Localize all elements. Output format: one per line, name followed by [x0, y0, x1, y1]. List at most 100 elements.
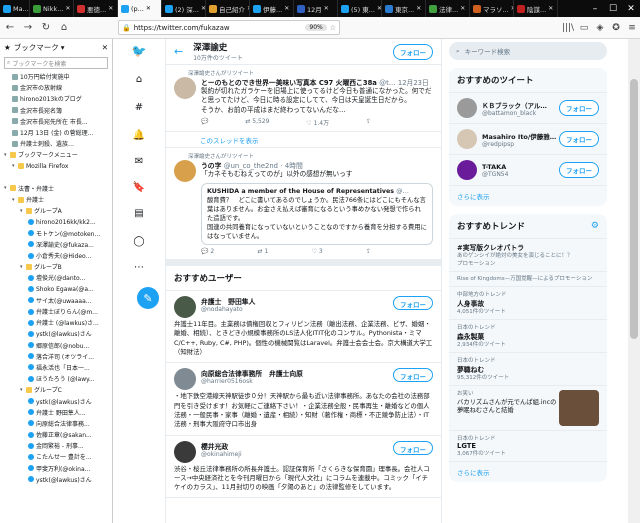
- retweet-icon[interactable]: ⇄ 1: [258, 248, 269, 255]
- bookmark-item[interactable]: ystk(@lawkus)さん: [0, 328, 112, 339]
- bookmark-folder[interactable]: ▾ グループC: [0, 384, 112, 395]
- close-window-icon[interactable]: ✕: [622, 0, 640, 17]
- bookmarks-nav-icon[interactable]: 🔖: [133, 181, 145, 193]
- follow-button[interactable]: フォロー: [393, 368, 433, 383]
- tab-close-icon[interactable]: ✕: [284, 5, 289, 12]
- user-name[interactable]: 弁護士 野田隼人: [201, 296, 255, 306]
- home-icon[interactable]: ⌂: [56, 20, 72, 36]
- bookmark-item[interactable]: 12月 13日 (金) の菅総理...: [0, 127, 112, 138]
- bookmark-item[interactable]: 弁護士ぼりらん(@m...: [0, 306, 112, 317]
- bookmark-folder[interactable]: ▾ 法曹・弁護士: [0, 183, 112, 194]
- follow-button[interactable]: フォロー: [393, 296, 433, 311]
- browser-tab[interactable]: 法律... ✕: [426, 0, 470, 17]
- bookmark-item[interactable]: 弁護士 野田隼人...: [0, 407, 112, 418]
- zoom-level[interactable]: 90%: [305, 24, 327, 31]
- avatar[interactable]: [174, 368, 196, 391]
- tab-close-icon[interactable]: ✕: [65, 5, 70, 12]
- follow-button[interactable]: フォロー: [559, 131, 599, 147]
- bookmark-item[interactable]: こたんせ一 豊計を...: [0, 451, 112, 462]
- browser-tab[interactable]: 陰謀... ✕: [514, 0, 558, 17]
- bookmark-item[interactable]: 弁護士 (@lawkus)さ...: [0, 317, 112, 328]
- recommended-account[interactable]: ＫＢブラック（アル… @battamon_black フォロー: [449, 93, 607, 124]
- pocket-save-icon[interactable]: ◈: [592, 23, 608, 33]
- tab-close-icon[interactable]: ✕: [108, 5, 113, 12]
- notifications-bell-icon[interactable]: 🔔: [133, 129, 145, 141]
- follow-button[interactable]: フォロー: [559, 162, 599, 178]
- compose-tweet-button[interactable]: ✎: [137, 287, 159, 309]
- sidebar-icon[interactable]: ▭: [576, 23, 592, 33]
- share-icon[interactable]: ⇪: [366, 118, 371, 127]
- like-icon[interactable]: ♡ 3: [312, 248, 323, 255]
- chevron-down-icon[interactable]: ▾: [61, 43, 65, 52]
- arrow-left-icon[interactable]: ←: [174, 45, 183, 58]
- library-icon[interactable]: |||\: [560, 23, 576, 33]
- bookmark-item[interactable]: 甲斐万利(@okina...: [0, 463, 112, 474]
- quoted-tweet[interactable]: KUSHIDA a member of the House of Represe…: [201, 183, 433, 246]
- tab-close-icon[interactable]: ✕: [416, 5, 421, 12]
- browser-tab[interactable]: (5) 東... ✕: [338, 0, 382, 17]
- trend-item[interactable]: 中部地方のトレンド 人身事故 4,051件のツイート: [449, 287, 607, 320]
- tweet-time[interactable]: 12月23日: [398, 79, 429, 87]
- bookmark-item[interactable]: 郷原信郎(@nobu...: [0, 340, 112, 351]
- bookmark-folder[interactable]: ▾ ブックマークメニュー: [0, 149, 112, 160]
- user-name[interactable]: 向原総合法律事務所 弁護士向原: [201, 368, 303, 378]
- bookmark-item[interactable]: ほうたろう (@lawy...: [0, 373, 112, 384]
- retweet-icon[interactable]: ⇄ 5,529: [245, 118, 269, 127]
- suggested-user[interactable]: 弁護士 野田隼人 @nodahayato フォロー 弁護士11年目。主業務は債権回収と…: [166, 291, 441, 364]
- avatar[interactable]: [457, 98, 477, 118]
- profile-icon[interactable]: ◯: [133, 235, 145, 247]
- lists-icon[interactable]: ▤: [133, 207, 145, 219]
- bookmark-item[interactable]: ystk(@lawkus)さん: [0, 395, 112, 406]
- bookmark-item[interactable]: hirono2013kのブログ: [0, 93, 112, 104]
- follow-button[interactable]: フォロー: [393, 43, 433, 60]
- browser-tab[interactable]: (2) 深... ✕: [162, 0, 206, 17]
- page-scrollbar[interactable]: [628, 39, 640, 523]
- twitter-logo-icon[interactable]: 🐦: [132, 44, 147, 58]
- url-bar[interactable]: 🔒 https://twitter.com/fukazaw 90% ☆: [118, 20, 340, 35]
- bookmark-item[interactable]: 弁護士刺殺、遺族…: [0, 138, 112, 149]
- avatar[interactable]: [174, 440, 196, 463]
- bookmark-item[interactable]: 金沢市長宛先所在 市長...: [0, 116, 112, 127]
- bookmark-item[interactable]: 金沢市長宛名簿: [0, 105, 112, 116]
- browser-tab[interactable]: マラソ...✕: [470, 0, 514, 17]
- tweet-author[interactable]: とーのもとのでき世界一美味い写真本 C97 火曜西こ38a @t… 12月23日: [201, 77, 433, 87]
- home-nav-icon[interactable]: ⌂: [133, 73, 145, 85]
- more-options-icon[interactable]: ⋯: [133, 261, 145, 273]
- tweet[interactable]: 深澤諭史さんがリツイート とーのもとのでき世界一美味い写真本 C97 火曜西こ3…: [166, 65, 441, 132]
- follow-button[interactable]: フォロー: [559, 100, 599, 116]
- explore-hash-icon[interactable]: #: [133, 101, 145, 113]
- back-icon[interactable]: ←: [2, 20, 18, 36]
- tab-close-icon[interactable]: ✕: [324, 5, 329, 12]
- bookmark-item[interactable]: 金岡繁裕 - 刑事...: [0, 440, 112, 451]
- tweet[interactable]: 深澤諭史さんがリツイート うの字 @un_co_the2nd · 4時間 「カネ…: [166, 148, 441, 261]
- bookmark-folder[interactable]: ▾ 弁護士: [0, 194, 112, 205]
- bookmark-item[interactable]: 佐藤正章(@sakan...: [0, 429, 112, 440]
- close-sidebar-icon[interactable]: ✕: [102, 43, 108, 52]
- browser-tab[interactable]: (p... ✕: [118, 0, 162, 17]
- browser-tab[interactable]: Ma...✕: [0, 0, 30, 17]
- browser-tab[interactable]: 伊藤... ✕: [250, 0, 294, 17]
- reply-icon[interactable]: 💬 2: [201, 248, 214, 255]
- avatar[interactable]: [174, 77, 196, 99]
- trend-item[interactable]: 日本のトレンド 夢職ねむ 95,312件のツイート: [449, 353, 607, 386]
- avatar[interactable]: [174, 296, 196, 319]
- menu-icon[interactable]: ≡: [624, 23, 640, 33]
- browser-tab[interactable]: 東京... ✕: [382, 0, 426, 17]
- trend-item[interactable]: #実写版クレオパトラ あのゲンシイが絶対の美女を演じることに！？ プロモーション: [449, 239, 607, 272]
- browser-tab[interactable]: 悪徳... ✕: [74, 0, 118, 17]
- share-icon[interactable]: ⇪: [366, 248, 371, 255]
- bookmark-item[interactable]: Shoko Egawa(@a...: [0, 284, 112, 295]
- forward-icon[interactable]: →: [20, 20, 36, 36]
- tab-close-icon[interactable]: ✕: [146, 5, 151, 12]
- reply-icon[interactable]: 💬: [201, 118, 208, 127]
- avatar[interactable]: [174, 159, 196, 182]
- avatar[interactable]: [457, 129, 477, 149]
- minimize-icon[interactable]: –: [586, 0, 604, 17]
- tweet-time[interactable]: 4時間: [285, 162, 303, 170]
- messages-envelope-icon[interactable]: ✉: [133, 155, 145, 167]
- bookmark-folder[interactable]: ▾ グループA: [0, 205, 112, 216]
- bookmark-folder[interactable]: ▾ Mozilla Firefox: [0, 161, 112, 172]
- suggested-user[interactable]: 櫻井光政 @okinahimeji フォロー 渋谷・桜丘法律事務所の所長弁護士。認証保…: [166, 436, 441, 499]
- avatar[interactable]: [457, 160, 477, 180]
- bookmark-item[interactable]: 福永活也「日本一...: [0, 362, 112, 373]
